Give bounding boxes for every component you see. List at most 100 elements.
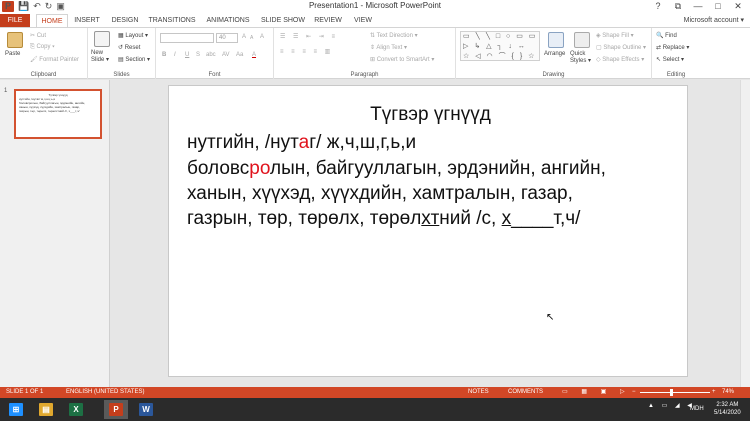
text-run: ний /с, xyxy=(439,208,502,229)
tab-home[interactable]: HOME xyxy=(36,14,68,27)
tab-view[interactable]: VIEW xyxy=(350,14,376,27)
zoom-level[interactable]: 74% xyxy=(722,387,734,398)
format-painter-button[interactable]: 🖌 Format Painter xyxy=(30,56,79,63)
reset-button[interactable]: ↺ Reset xyxy=(118,44,140,51)
tab-animations[interactable]: ANIMATIONS xyxy=(204,14,252,27)
quick-styles-icon[interactable] xyxy=(574,32,590,48)
align-text-button[interactable]: ⇕ Align Text ▾ xyxy=(370,44,407,51)
arrange-button[interactable]: Arrange xyxy=(544,51,565,57)
quick-styles-button[interactable]: Quick Styles ▾ xyxy=(570,51,594,65)
slide-counter: SLIDE 1 OF 1 xyxy=(6,389,44,395)
shadow-button[interactable]: abc xyxy=(206,52,216,58)
shape-outline-button[interactable]: ▢ Shape Outline ▾ xyxy=(596,44,646,51)
grow-font-button[interactable]: A xyxy=(242,34,246,40)
ribbon-display-button[interactable]: ⧉ xyxy=(668,0,688,13)
tray-icons[interactable]: ▲ ▭ ◢ ◀ xyxy=(648,402,695,409)
list-buttons[interactable]: ☰ ☰ ⇤ ⇥ ≡ xyxy=(280,33,338,40)
character-spacing-button[interactable]: AV xyxy=(222,52,230,58)
convert-smartart-button[interactable]: ⊞ Convert to SmartArt ▾ xyxy=(370,56,434,63)
title-bar: P 💾 ↶ ↻ ▣ Presentation1 - Microsoft Powe… xyxy=(0,0,750,14)
find-button[interactable]: 🔍 Find xyxy=(656,32,677,39)
thumbnail-line: газрын, төр, төрөлх, төрөлхтний /с, х___… xyxy=(19,109,80,113)
font-group-label: Font xyxy=(208,72,221,78)
shapes-gallery[interactable]: ▭ ╲ ╲ □ ○ ▭ ▭ ▷ ↳ △ ┐ ↓ ↔ ☆ ◁ ◠ ⌒ { } ☆ xyxy=(460,31,540,61)
slide-canvas[interactable]: Түгвэр үгнүүд нутгийн, /нутаг/ ж,ч,ш,г,ь… xyxy=(168,85,688,377)
text-run: г/ ж,ч,ш,г,ь,и xyxy=(309,132,417,153)
text-direction-label: Text Direction ▾ xyxy=(376,33,418,39)
taskbar-powerpoint[interactable]: P xyxy=(104,400,128,419)
tab-transitions[interactable]: TRANSITIONS xyxy=(148,14,196,27)
slide-thumbnail[interactable]: Түгвэр үгнүүд нутгийн, /нутаг/ ж,ч,ш,г,ь… xyxy=(14,89,102,139)
paste-icon[interactable] xyxy=(7,32,23,48)
cut-button[interactable]: ✂ Cut xyxy=(30,32,46,39)
alignment-buttons[interactable]: ≡ ≡ ≡ ≡ ▥ xyxy=(280,48,333,55)
tab-insert[interactable]: INSERT xyxy=(72,14,102,27)
powerpoint-icon: P xyxy=(109,403,123,416)
select-button[interactable]: ↖ Select ▾ xyxy=(656,56,684,63)
italic-button[interactable]: I xyxy=(174,52,176,58)
window-controls: ? ⧉ — □ ✕ xyxy=(648,0,748,13)
taskbar-word[interactable]: W xyxy=(134,400,158,419)
thumbnail-number: 1 xyxy=(4,88,8,94)
zoom-slider-thumb[interactable] xyxy=(670,389,673,396)
paragraph-group-label: Paragraph xyxy=(350,72,379,78)
clock-time: 2:32 AM xyxy=(716,402,739,408)
new-slide-icon[interactable] xyxy=(94,31,110,47)
tab-file[interactable]: FILE xyxy=(0,14,30,27)
clear-formatting-button[interactable]: A xyxy=(260,34,264,40)
change-case-button[interactable]: Aa xyxy=(236,52,243,58)
input-method-indicator[interactable]: MDH xyxy=(690,406,704,412)
maximize-button[interactable]: □ xyxy=(708,0,728,13)
text-run: т,ч/ xyxy=(553,208,581,229)
help-button[interactable]: ? xyxy=(648,0,668,13)
comments-button[interactable]: COMMENTS xyxy=(508,387,543,398)
copy-button[interactable]: ⎘ Copy ▾ xyxy=(30,44,55,51)
slide-text-line-3[interactable]: ханын, хүүхэд, хүүхдийн, хамтралын, газа… xyxy=(187,183,573,205)
drawing-group: ▭ ╲ ╲ □ ○ ▭ ▭ ▷ ↳ △ ┐ ↓ ↔ ☆ ◁ ◠ ⌒ { } ☆ … xyxy=(456,28,652,79)
taskbar-start[interactable]: ⊞ xyxy=(4,400,28,419)
text-direction-button[interactable]: ⇅ Text Direction ▾ xyxy=(370,32,418,39)
new-slide-button[interactable]: New Slide ▾ xyxy=(91,50,115,64)
system-clock[interactable]: 2:32 AM 5/14/2020 xyxy=(714,401,741,417)
bold-button[interactable]: B xyxy=(162,52,166,58)
view-buttons[interactable]: ▭ ▦ ▣ ▷ xyxy=(562,387,631,398)
font-size-combo[interactable]: 40 xyxy=(216,33,238,43)
taskbar-excel[interactable]: X xyxy=(64,400,88,419)
font-group: 40 A A A B I U S abc AV Aa A Font xyxy=(156,28,274,79)
language-indicator[interactable]: ENGLISH (UNITED STATES) xyxy=(66,387,144,398)
font-color-button[interactable]: A xyxy=(252,52,256,58)
slide-text-line-4[interactable]: газрын, төр, төрөлх, төрөлхтний /с, х___… xyxy=(187,208,580,230)
zoom-in-button[interactable]: + xyxy=(712,387,716,398)
font-name-combo[interactable] xyxy=(160,33,214,43)
underline-button[interactable]: U xyxy=(185,52,189,58)
slide-text-line-2[interactable]: боловсролын, байгууллагын, эрдэнийн, анг… xyxy=(187,158,606,180)
account-menu[interactable]: Microsoft account ▾ xyxy=(684,14,744,27)
layout-button[interactable]: ▦ Layout ▾ xyxy=(118,32,148,39)
slide-text-line-1[interactable]: нутгийн, /нутаг/ ж,ч,ш,г,ь,и xyxy=(187,132,416,154)
zoom-slider[interactable] xyxy=(640,392,710,393)
tab-design[interactable]: DESIGN xyxy=(108,14,142,27)
convert-smartart-label: Convert to SmartArt ▾ xyxy=(376,57,435,63)
zoom-out-button[interactable]: − xyxy=(632,387,636,398)
format-painter-label: Format Painter xyxy=(39,57,79,63)
arrange-icon[interactable] xyxy=(548,32,564,48)
close-button[interactable]: ✕ xyxy=(728,0,748,13)
minimize-button[interactable]: — xyxy=(688,0,708,13)
taskbar-file-explorer[interactable]: ▤ xyxy=(34,400,58,419)
clock-date: 5/14/2020 xyxy=(714,410,741,416)
tab-review[interactable]: REVIEW xyxy=(312,14,344,27)
section-button[interactable]: ▤ Section ▾ xyxy=(118,56,150,63)
vertical-scrollbar[interactable] xyxy=(740,80,750,387)
strikethrough-button[interactable]: S xyxy=(196,52,200,58)
replace-button[interactable]: ⇄ Replace ▾ xyxy=(656,44,689,51)
shrink-font-button[interactable]: A xyxy=(250,35,253,41)
copy-label: Copy ▾ xyxy=(36,44,55,50)
shape-effects-button[interactable]: ◇ Shape Effects ▾ xyxy=(596,56,644,63)
replace-label: Replace ▾ xyxy=(662,45,690,51)
shape-fill-button[interactable]: ◈ Shape Fill ▾ xyxy=(596,32,634,39)
paste-button[interactable]: Paste xyxy=(5,51,20,57)
tab-slide-show[interactable]: SLIDE SHOW xyxy=(260,14,306,27)
slide-title[interactable]: Түгвэр үгнүүд xyxy=(169,104,687,126)
layout-label: Layout ▾ xyxy=(125,33,149,39)
notes-button[interactable]: NOTES xyxy=(468,387,489,398)
